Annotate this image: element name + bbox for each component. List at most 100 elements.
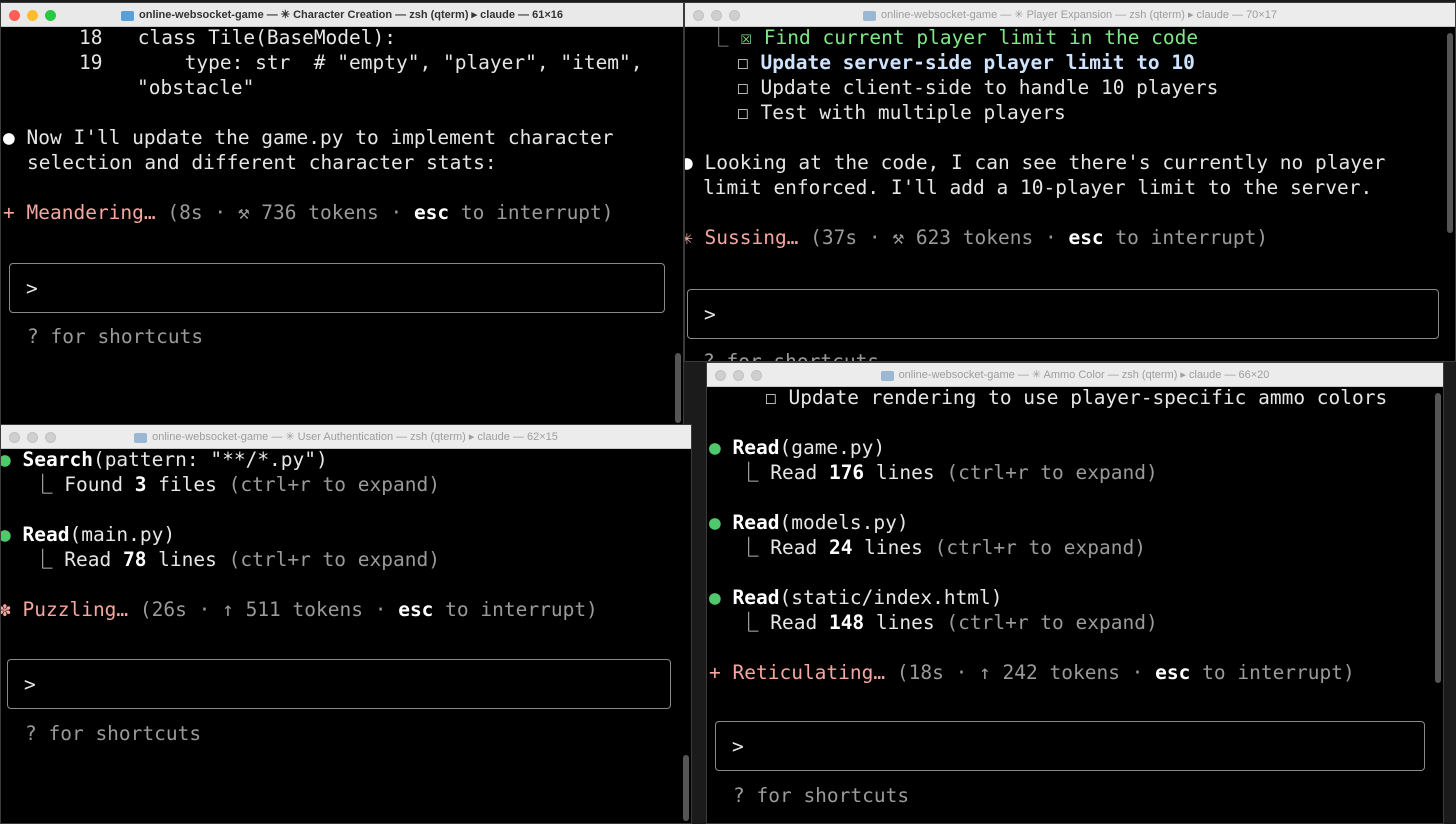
prompt-input-box[interactable]: > bbox=[715, 721, 1425, 771]
scrollbar[interactable] bbox=[1447, 33, 1453, 233]
code-line: 19 type: str # "empty", "player", "item"… bbox=[79, 51, 643, 74]
prompt-input-box[interactable]: > bbox=[687, 289, 1439, 339]
zoom-button[interactable] bbox=[45, 10, 56, 21]
window-titlebar[interactable]: online-websocket-game — ✳ User Authentic… bbox=[1, 425, 691, 449]
spinner-icon: + bbox=[3, 201, 15, 224]
bullet-icon: ● bbox=[3, 126, 15, 149]
spinner-icon: + bbox=[709, 661, 721, 684]
code-line-continued: "obstacle" bbox=[137, 76, 255, 99]
checkbox-icon: ☐ bbox=[737, 101, 749, 124]
tool-result: ⎿ Read 24 lines (ctrl+r to expand) bbox=[739, 536, 1146, 559]
status-word: Sussing… bbox=[704, 226, 799, 249]
minimize-button[interactable] bbox=[733, 370, 744, 381]
tool-call: ● Read(main.py) bbox=[1, 522, 175, 547]
prompt-caret: > bbox=[732, 735, 744, 758]
status-word: Meandering… bbox=[26, 201, 156, 224]
checkbox-icon: ☐ bbox=[737, 76, 749, 99]
assistant-message-line: limit enforced. I'll add a 10-player lim… bbox=[703, 176, 1373, 199]
todo-item-active: ☐ Update server-side player limit to 10 bbox=[737, 51, 1195, 74]
minimize-button[interactable] bbox=[711, 10, 722, 21]
folder-icon bbox=[880, 370, 894, 381]
assistant-message: ● Now I'll update the game.py to impleme… bbox=[3, 126, 614, 149]
status-word: Reticulating… bbox=[732, 661, 886, 684]
window-title: online-websocket-game — ✳ Character Crea… bbox=[139, 9, 563, 21]
traffic-lights bbox=[9, 432, 56, 443]
bullet-icon: ● bbox=[709, 436, 721, 459]
scrollbar[interactable] bbox=[683, 755, 689, 821]
tool-call: ● Read(models.py) bbox=[709, 511, 909, 534]
bullet-icon: ● bbox=[709, 586, 721, 609]
window-title: online-websocket-game — ✳ User Authentic… bbox=[152, 431, 558, 443]
status-line: + Meandering… (8s · ⚒ 736 tokens · esc t… bbox=[3, 201, 614, 224]
terminal-window-ammo-color[interactable]: online-websocket-game — ✳ Ammo Color — z… bbox=[706, 362, 1444, 824]
window-titlebar[interactable]: online-websocket-game — ✳ Player Expansi… bbox=[685, 3, 1455, 27]
todo-item-done: ⎿ ☒ Find current player limit in the cod… bbox=[709, 27, 1199, 49]
esc-key: esc bbox=[1155, 661, 1191, 684]
terminal-window-character-creation[interactable]: online-websocket-game — ✳ Character Crea… bbox=[0, 2, 684, 426]
folder-icon bbox=[863, 10, 877, 21]
checkbox-icon: ☐ bbox=[765, 387, 777, 409]
zoom-button[interactable] bbox=[45, 432, 56, 443]
prompt-caret: > bbox=[24, 673, 36, 696]
todo-item: ☐ Update rendering to use player-specifi… bbox=[765, 387, 1388, 409]
terminal-window-player-expansion[interactable]: online-websocket-game — ✳ Player Expansi… bbox=[684, 2, 1456, 362]
folder-icon bbox=[134, 432, 148, 443]
tool-result: ⎿ Found 3 files (ctrl+r to expand) bbox=[33, 473, 440, 496]
minimize-button[interactable] bbox=[27, 432, 38, 443]
prompt-input-box[interactable]: > bbox=[9, 263, 665, 313]
assistant-message-line: selection and different character stats: bbox=[27, 151, 497, 174]
terminal-content[interactable]: ☐ Update rendering to use player-specifi… bbox=[707, 387, 1443, 823]
scrollbar[interactable] bbox=[675, 353, 681, 423]
status-line: ✽ Puzzling… (26s · ↑ 511 tokens · esc to… bbox=[1, 597, 598, 622]
tool-call: ● Read(game.py) bbox=[709, 436, 886, 459]
window-title: online-websocket-game — ✳ Player Expansi… bbox=[881, 9, 1277, 21]
todo-item: ☐ Update client-side to handle 10 player… bbox=[737, 76, 1219, 99]
bullet-icon: ● bbox=[685, 151, 693, 174]
esc-key: esc bbox=[1068, 226, 1104, 249]
status-word: Puzzling… bbox=[22, 598, 129, 621]
tool-result: ⎿ Read 176 lines (ctrl+r to expand) bbox=[739, 461, 1158, 484]
status-line: ✳ Sussing… (37s · ⚒ 623 tokens · esc to … bbox=[685, 225, 1268, 250]
shortcuts-hint: ? for shortcuts bbox=[733, 784, 910, 807]
scrollbar[interactable] bbox=[1435, 393, 1441, 683]
spinner-icon: ✽ bbox=[1, 598, 11, 621]
tool-result: ⎿ Read 78 lines (ctrl+r to expand) bbox=[33, 548, 440, 571]
close-button[interactable] bbox=[9, 432, 20, 443]
spinner-icon: ✳ bbox=[685, 226, 693, 249]
window-title: online-websocket-game — ✳ Ammo Color — z… bbox=[898, 369, 1270, 381]
esc-key: esc bbox=[413, 201, 450, 224]
tool-result: ⎿ Read 148 lines (ctrl+r to expand) bbox=[739, 611, 1158, 634]
esc-key: esc bbox=[398, 598, 434, 621]
close-button[interactable] bbox=[9, 10, 20, 21]
minimize-button[interactable] bbox=[27, 10, 38, 21]
terminal-content[interactable]: ● Search(pattern: "**/*.py") ⎿ Found 3 f… bbox=[1, 449, 691, 823]
terminal-content[interactable]: 18 class Tile(BaseModel): 19 type: str #… bbox=[1, 27, 683, 425]
status-line: + Reticulating… (18s · ↑ 242 tokens · es… bbox=[709, 661, 1355, 684]
traffic-lights bbox=[715, 370, 762, 381]
bullet-icon: ● bbox=[1, 523, 11, 546]
checkbox-icon: ☐ bbox=[737, 51, 749, 74]
prompt-input-box[interactable]: > bbox=[7, 659, 671, 709]
tool-call: ● Search(pattern: "**/*.py") bbox=[1, 449, 328, 472]
todo-item: ☐ Test with multiple players bbox=[737, 101, 1066, 124]
close-button[interactable] bbox=[715, 370, 726, 381]
traffic-lights bbox=[693, 10, 740, 21]
close-button[interactable] bbox=[693, 10, 704, 21]
traffic-lights bbox=[9, 10, 56, 21]
tool-call: ● Read(static/index.html) bbox=[709, 586, 1003, 609]
checked-box-icon: ☒ bbox=[740, 27, 752, 49]
shortcuts-hint: ? for shortcuts bbox=[27, 325, 204, 348]
folder-icon bbox=[121, 10, 134, 21]
prompt-caret: > bbox=[26, 277, 38, 300]
bullet-icon: ● bbox=[1, 449, 11, 471]
terminal-content[interactable]: ⎿ ☒ Find current player limit in the cod… bbox=[685, 27, 1455, 361]
window-titlebar[interactable]: online-websocket-game — ✳ Character Crea… bbox=[1, 3, 683, 27]
zoom-button[interactable] bbox=[729, 10, 740, 21]
zoom-button[interactable] bbox=[751, 370, 762, 381]
shortcuts-hint: ? for shortcuts bbox=[25, 722, 202, 745]
bullet-icon: ● bbox=[709, 511, 721, 534]
window-titlebar[interactable]: online-websocket-game — ✳ Ammo Color — z… bbox=[707, 363, 1443, 387]
shortcuts-hint: ? for shortcuts bbox=[703, 349, 879, 361]
assistant-message: ● Looking at the code, I can see there's… bbox=[685, 150, 1385, 175]
terminal-window-user-authentication[interactable]: online-websocket-game — ✳ User Authentic… bbox=[0, 424, 692, 824]
